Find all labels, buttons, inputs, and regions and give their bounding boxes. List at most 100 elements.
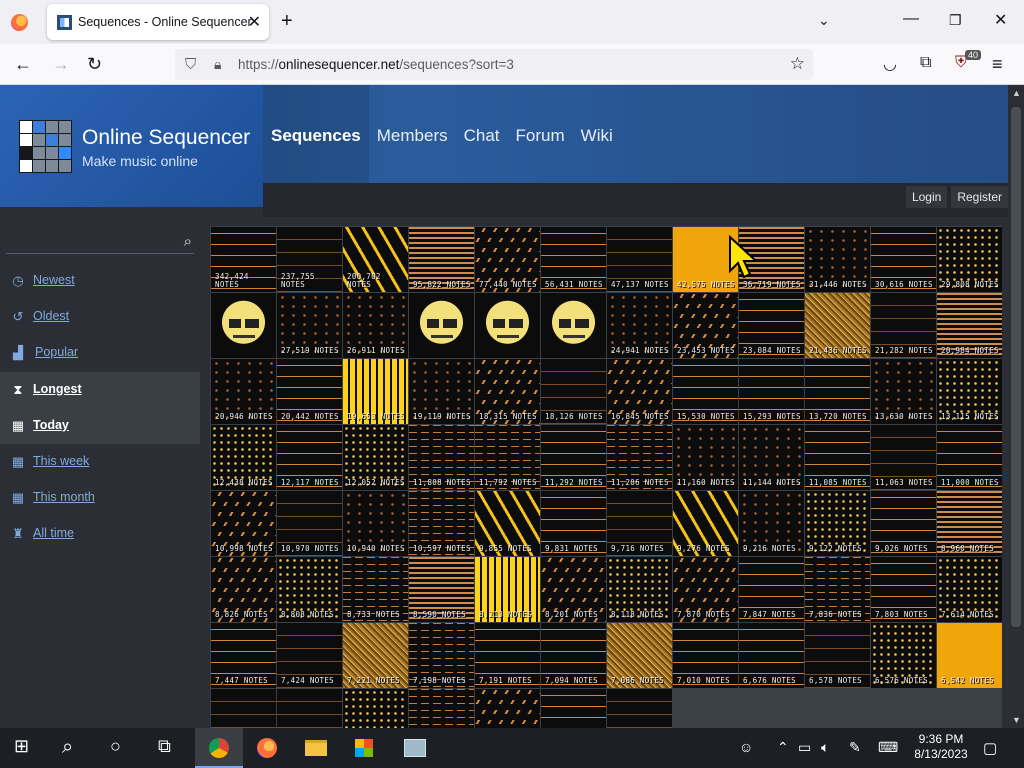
- sequence-tile[interactable]: 8,960 NOTES: [937, 491, 1002, 556]
- login-link[interactable]: Login: [905, 186, 948, 208]
- sequence-tile[interactable]: 11,063 NOTES: [871, 425, 936, 490]
- sequence-tile[interactable]: [541, 689, 606, 728]
- sequence-tile[interactable]: 12,438 NOTES: [211, 425, 276, 490]
- sequence-tile[interactable]: 30,616 NOTES: [871, 227, 936, 292]
- sequence-tile[interactable]: 12,117 NOTES: [277, 425, 342, 490]
- site-title[interactable]: Online Sequencer: [82, 126, 250, 150]
- sequence-tile[interactable]: 7,221 NOTES: [343, 623, 408, 688]
- sequence-tile[interactable]: 10,998 NOTES: [211, 491, 276, 556]
- sequence-tile[interactable]: [475, 293, 540, 358]
- keyboard-icon[interactable]: ⌨: [878, 739, 898, 756]
- sequence-tile[interactable]: 9,122 NOTES: [805, 491, 870, 556]
- sidebar-item-label[interactable]: Oldest: [33, 309, 69, 323]
- sequence-tile[interactable]: 7,803 NOTES: [871, 557, 936, 622]
- sequence-tile[interactable]: 9,216 NOTES: [739, 491, 804, 556]
- sequence-tile[interactable]: 11,085 NOTES: [805, 425, 870, 490]
- sequence-tile[interactable]: [211, 689, 276, 728]
- sidebar-item-popular[interactable]: ▟ Popular: [0, 335, 200, 371]
- sidebar-item-newest[interactable]: ◷ Newest: [0, 263, 200, 299]
- sequence-tile[interactable]: 7,010 NOTES: [673, 623, 738, 688]
- site-logo-area[interactable]: Online Sequencer Make music online: [0, 85, 263, 207]
- sidebar-item-longest[interactable]: ⧗ Longest: [0, 371, 200, 408]
- sequence-tile[interactable]: 15,530 NOTES: [673, 359, 738, 424]
- windows-start-icon[interactable]: ⊞: [14, 736, 29, 757]
- sequence-tile[interactable]: 18,315 NOTES: [475, 359, 540, 424]
- sidebar-item-this-month[interactable]: ▦ This month: [0, 480, 200, 516]
- sequence-tile[interactable]: 47,137 NOTES: [607, 227, 672, 292]
- sequence-tile[interactable]: 342,424 NOTES: [211, 227, 276, 292]
- sequence-tile[interactable]: 8,118 NOTES: [607, 557, 672, 622]
- lock-icon[interactable]: 🔒︎: [214, 56, 221, 73]
- sequence-tile[interactable]: 7,847 NOTES: [739, 557, 804, 622]
- network-icon[interactable]: ▭: [798, 739, 811, 756]
- sequence-tile[interactable]: 21,436 NOTES: [805, 293, 870, 358]
- search-icon[interactable]: ⌕: [184, 233, 192, 250]
- sequence-tile[interactable]: 237,755 NOTES: [277, 227, 342, 292]
- sequence-tile[interactable]: 23,084 NOTES: [739, 293, 804, 358]
- page-scrollbar[interactable]: ▲ ▼: [1008, 85, 1024, 728]
- sequence-tile[interactable]: [475, 689, 540, 728]
- sidebar-item-label[interactable]: Popular: [35, 345, 78, 359]
- extensions-puzzle-icon[interactable]: ⧉: [920, 54, 931, 72]
- sequence-tile[interactable]: 8,213 NOTES: [475, 557, 540, 622]
- sequence-tile[interactable]: [409, 689, 474, 728]
- sequence-tile[interactable]: 77,440 NOTES: [475, 227, 540, 292]
- address-bar[interactable]: ⛉ 🔒︎ https://onlinesequencer.net/sequenc…: [175, 49, 813, 80]
- sequence-tile[interactable]: 11,160 NOTES: [673, 425, 738, 490]
- sequence-tile[interactable]: 8,590 NOTES: [409, 557, 474, 622]
- pen-icon[interactable]: ✎: [849, 739, 861, 756]
- new-tab-plus-icon[interactable]: +: [281, 10, 293, 33]
- sequence-tile[interactable]: 11,292 NOTES: [541, 425, 606, 490]
- volume-icon[interactable]: 🔈︎: [821, 739, 829, 756]
- sequence-tile[interactable]: 8,826 NOTES: [211, 557, 276, 622]
- sequence-tile[interactable]: 11,792 NOTES: [475, 425, 540, 490]
- sequence-tile[interactable]: 20,442 NOTES: [277, 359, 342, 424]
- sidebar-item-label[interactable]: Longest: [33, 382, 82, 396]
- sequence-tile[interactable]: 9,716 NOTES: [607, 491, 672, 556]
- sequence-tile[interactable]: 9,026 NOTES: [871, 491, 936, 556]
- cortana-circle-icon[interactable]: ○: [110, 736, 121, 757]
- url-text[interactable]: https://onlinesequencer.net/sequences?so…: [238, 57, 514, 72]
- firefox-icon[interactable]: [11, 14, 28, 31]
- sequence-tile[interactable]: 20,984 NOTES: [937, 293, 1002, 358]
- register-link[interactable]: Register: [951, 186, 1008, 208]
- sequence-tile[interactable]: 18,126 NOTES: [541, 359, 606, 424]
- sequence-tile[interactable]: 9,276 NOTES: [673, 491, 738, 556]
- sequence-tile[interactable]: 31,446 NOTES: [805, 227, 870, 292]
- pocket-icon[interactable]: ◡: [883, 54, 897, 74]
- sequence-tile[interactable]: 19,119 NOTES: [409, 359, 474, 424]
- clock[interactable]: 9:36 PM 8/13/2023: [902, 732, 980, 762]
- tray-chevron-up-icon[interactable]: ⌃: [777, 739, 789, 756]
- sequence-tile[interactable]: [211, 293, 276, 358]
- back-arrow-icon[interactable]: ←: [14, 54, 32, 75]
- sidebar-item-all-time[interactable]: ♜ All time: [0, 516, 200, 552]
- browser-tab[interactable]: Sequences - Online Sequencer ✕: [47, 4, 269, 40]
- sequence-tile[interactable]: 10,970 NOTES: [277, 491, 342, 556]
- sequence-tile[interactable]: 7,424 NOTES: [277, 623, 342, 688]
- bookmark-star-icon[interactable]: ☆: [790, 54, 805, 74]
- sidebar-item-this-week[interactable]: ▦ This week: [0, 444, 200, 480]
- sequence-tile[interactable]: 10,597 NOTES: [409, 491, 474, 556]
- nav-forum[interactable]: Forum: [508, 85, 573, 183]
- scroll-thumb[interactable]: [1011, 107, 1021, 627]
- maximize-icon[interactable]: ❐: [949, 12, 962, 29]
- sequence-tile[interactable]: 95,822 NOTES: [409, 227, 474, 292]
- sequence-tile[interactable]: 27,519 NOTES: [277, 293, 342, 358]
- sequence-tile[interactable]: 8,808 NOTES: [277, 557, 342, 622]
- sequence-tile[interactable]: 29,808 NOTES: [937, 227, 1002, 292]
- taskbar-store[interactable]: [339, 728, 387, 768]
- tracking-shield-icon[interactable]: ⛉: [185, 56, 196, 73]
- sequence-tile[interactable]: 23,453 NOTES: [673, 293, 738, 358]
- sequence-tile[interactable]: 24,941 NOTES: [607, 293, 672, 358]
- reload-icon[interactable]: ↻: [87, 54, 102, 75]
- sequence-tile[interactable]: 15,293 NOTES: [739, 359, 804, 424]
- taskbar-app[interactable]: [390, 728, 438, 768]
- sequence-tile[interactable]: 11,206 NOTES: [607, 425, 672, 490]
- taskbar-explorer[interactable]: [291, 728, 339, 768]
- sequence-tile[interactable]: 12,052 NOTES: [343, 425, 408, 490]
- sequence-tile[interactable]: 7,191 NOTES: [475, 623, 540, 688]
- sequence-tile[interactable]: 9,831 NOTES: [541, 491, 606, 556]
- nav-sequences[interactable]: Sequences: [263, 85, 369, 183]
- sequence-tile[interactable]: [343, 689, 408, 728]
- sequence-tile[interactable]: [607, 689, 672, 728]
